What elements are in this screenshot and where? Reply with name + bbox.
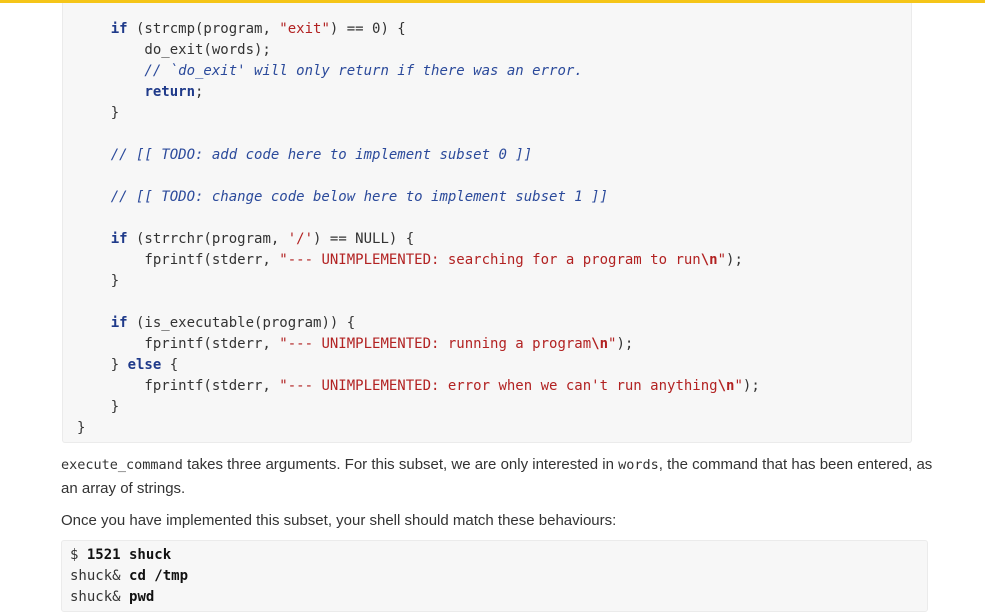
behaviour-intro: Once you have implemented this subset, y… xyxy=(61,512,617,529)
code-line: if (strrchr(program, '/') == NULL) { xyxy=(110,231,415,247)
code-line: fprintf(stderr, "--- UNIMPLEMENTED: runn… xyxy=(110,336,634,352)
code-comment: // [[ TODO: change code below here to im… xyxy=(110,189,609,205)
terminal-line: shuck& cd /tmp xyxy=(70,568,189,584)
code-line: } else { xyxy=(110,357,179,373)
terminal-line: $ 1521 shuck xyxy=(70,547,172,563)
code-line: if (is_executable(program)) { xyxy=(110,315,356,331)
code-line: do_exit(words); xyxy=(110,42,271,58)
code-line: fprintf(stderr, "--- UNIMPLEMENTED: sear… xyxy=(110,252,743,268)
inline-code: words xyxy=(618,457,659,473)
code-listing: if (strcmp(program, "exit") == 0) { do_e… xyxy=(77,19,760,439)
code-line: return; xyxy=(144,84,204,100)
code-line: if (strcmp(program, "exit") == 0) { xyxy=(110,21,406,37)
code-line: } xyxy=(110,399,120,415)
code-comment: // [[ TODO: add code here to implement s… xyxy=(110,147,533,163)
code-comment: // `do_exit' will only return if there w… xyxy=(110,63,583,79)
code-line: } xyxy=(77,420,86,436)
terminal-transcript: $ 1521 shuck shuck& cd /tmp shuck& pwd xyxy=(70,545,188,608)
execute-command-description: execute_command takes three arguments. F… xyxy=(61,456,933,497)
code-line: fprintf(stderr, "--- UNIMPLEMENTED: erro… xyxy=(110,378,760,394)
terminal-example-block xyxy=(61,540,928,612)
code-line: } xyxy=(110,105,120,121)
code-line: } xyxy=(110,273,120,289)
inline-code: execute_command xyxy=(61,457,183,473)
terminal-line: shuck& pwd xyxy=(70,589,155,605)
